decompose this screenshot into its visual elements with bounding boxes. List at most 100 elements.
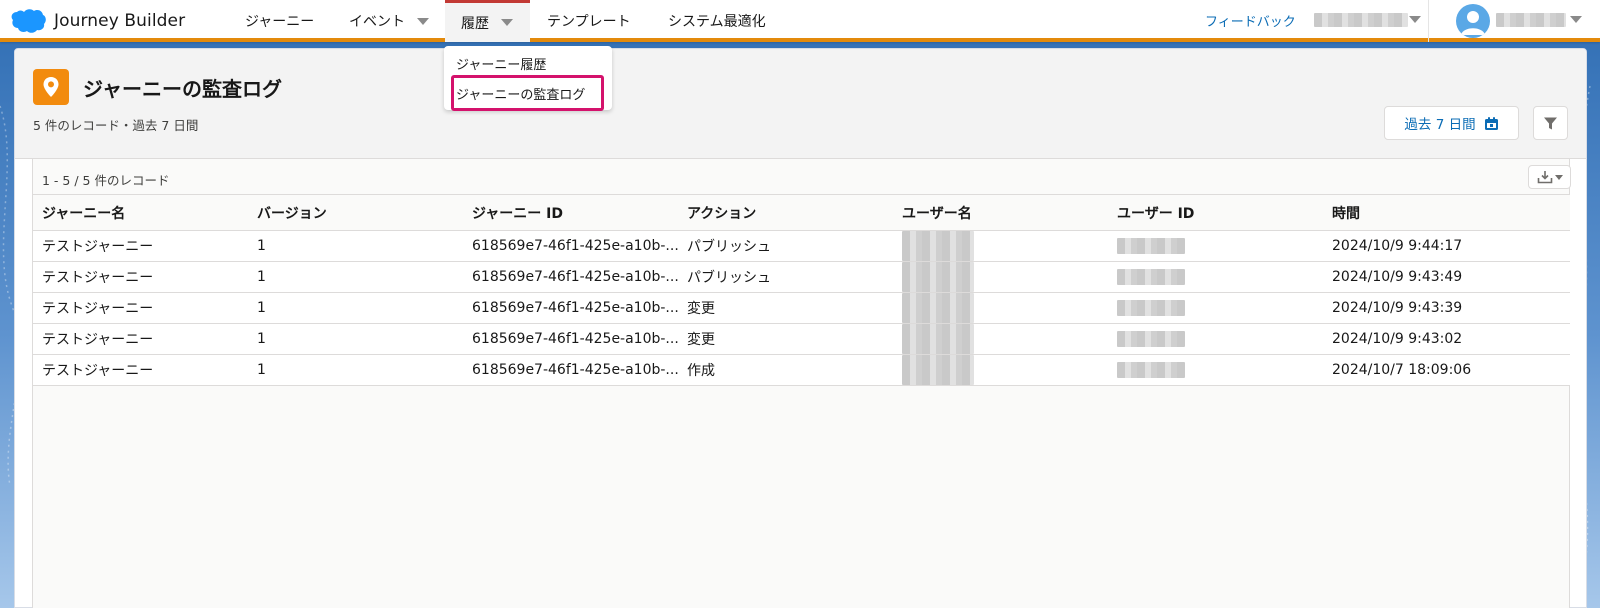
cell-user-id — [1108, 230, 1323, 262]
cell-journey-id: 618569e7-46f1-425e-a10b-... — [463, 323, 678, 355]
cell-user-name — [893, 354, 1108, 386]
cell-action: パブリッシュ — [678, 261, 893, 293]
redacted-user-id — [1117, 300, 1185, 316]
menu-item-journey-history[interactable]: ジャーニー履歴 — [456, 54, 546, 73]
cell-version: 1 — [248, 261, 463, 293]
cell-user-id — [1108, 292, 1323, 324]
audit-log-card: ジャーニーの監査ログ 5 件のレコード・過去 7 日間 過去 7 日間 1 - … — [14, 48, 1587, 608]
table-header-row: ジャーニー名 バージョン ジャーニー ID アクション ユーザー名 ユーザー I… — [33, 194, 1570, 231]
redacted-user-name — [902, 324, 974, 354]
redacted-user-name — [902, 355, 974, 385]
page-subtitle: 5 件のレコード・過去 7 日間 — [33, 118, 199, 133]
table-row[interactable]: テストジャーニー 1 618569e7-46f1-425e-a10b-... パ… — [33, 230, 1570, 262]
download-button[interactable] — [1528, 165, 1571, 189]
column-header-version[interactable]: バージョン — [248, 194, 463, 231]
page-header: ジャーニーの監査ログ 5 件のレコード・過去 7 日間 過去 7 日間 — [15, 49, 1586, 159]
calendar-icon — [1484, 116, 1498, 130]
cell-version: 1 — [248, 323, 463, 355]
page-title: ジャーニーの監査ログ — [83, 77, 282, 101]
cell-user-name — [893, 261, 1108, 293]
redacted-user-id — [1117, 269, 1185, 285]
record-count: 1 - 5 / 5 件のレコード — [42, 173, 170, 188]
nav-item-templates[interactable]: テンプレート — [547, 0, 631, 42]
cell-time: 2024/10/9 9:43:39 — [1323, 292, 1570, 324]
nav-item-label: イベント — [349, 14, 405, 30]
chevron-down-icon — [501, 19, 513, 26]
table-row[interactable]: テストジャーニー 1 618569e7-46f1-425e-a10b-... 変… — [33, 323, 1570, 355]
column-header-journey-id[interactable]: ジャーニー ID — [463, 194, 678, 231]
cell-time: 2024/10/9 9:43:49 — [1323, 261, 1570, 293]
column-header-journey-name[interactable]: ジャーニー名 — [33, 194, 248, 231]
audit-log-table-container: 1 - 5 / 5 件のレコード ジャーニー名 バージョン ジャーニー ID ア… — [32, 159, 1571, 608]
table-row[interactable]: テストジャーニー 1 618569e7-46f1-425e-a10b-... 変… — [33, 292, 1570, 324]
user-icon — [1461, 11, 1485, 35]
nav-item-system-optimization[interactable]: システム最適化 — [668, 0, 766, 42]
redacted-user-id — [1117, 238, 1185, 254]
nav-item-label: システム最適化 — [668, 14, 766, 30]
redacted-user-id — [1117, 331, 1185, 347]
app-name: Journey Builder — [54, 11, 186, 31]
column-header-user-name[interactable]: ユーザー名 — [893, 194, 1108, 231]
app-brand[interactable]: Journey Builder — [10, 7, 185, 35]
column-header-time[interactable]: 時間 — [1323, 194, 1570, 231]
filter-icon — [1544, 117, 1557, 129]
top-navigation-bar: Journey Builder ジャーニー イベント 履歴 テンプレート システ… — [0, 0, 1600, 42]
audit-log-table: ジャーニー名 バージョン ジャーニー ID アクション ユーザー名 ユーザー I… — [33, 194, 1570, 386]
user-name-menu[interactable] — [1496, 13, 1566, 27]
feedback-link[interactable]: フィードバック — [1205, 11, 1296, 30]
cell-journey-id: 618569e7-46f1-425e-a10b-... — [463, 230, 678, 262]
nav-item-label: テンプレート — [547, 14, 631, 30]
chevron-down-icon[interactable] — [1409, 16, 1421, 23]
nav-item-journey[interactable]: ジャーニー — [245, 0, 314, 42]
cell-journey-id: 618569e7-46f1-425e-a10b-... — [463, 261, 678, 293]
chevron-down-icon — [1554, 174, 1563, 180]
nav-item-events[interactable]: イベント — [349, 0, 429, 42]
cell-time: 2024/10/9 9:44:17 — [1323, 230, 1570, 262]
redacted-user-id — [1117, 362, 1185, 378]
cell-version: 1 — [248, 292, 463, 324]
redacted-user-name — [902, 262, 974, 292]
cell-user-name — [893, 323, 1108, 355]
cell-journey-id: 618569e7-46f1-425e-a10b-... — [463, 292, 678, 324]
cell-journey-name: テストジャーニー — [33, 261, 248, 293]
column-header-action[interactable]: アクション — [678, 194, 893, 231]
org-switcher[interactable] — [1314, 13, 1408, 27]
cell-journey-name: テストジャーニー — [33, 354, 248, 386]
date-range-button[interactable]: 過去 7 日間 — [1384, 106, 1519, 140]
nav-item-label: 履歴 — [461, 15, 489, 32]
cell-journey-id: 618569e7-46f1-425e-a10b-... — [463, 354, 678, 386]
history-dropdown-menu: ジャーニー履歴 ジャーニーの監査ログ — [444, 46, 612, 110]
map-pin-icon — [33, 69, 69, 105]
cell-journey-name: テストジャーニー — [33, 230, 248, 262]
nav-item-label: ジャーニー — [245, 14, 315, 30]
cell-time: 2024/10/9 9:43:02 — [1323, 323, 1570, 355]
salesforce-cloud-icon — [11, 9, 46, 33]
redacted-user-name — [902, 231, 974, 261]
table-row[interactable]: テストジャーニー 1 618569e7-46f1-425e-a10b-... 作… — [33, 354, 1570, 386]
date-range-label: 過去 7 日間 — [1404, 117, 1476, 133]
cell-journey-name: テストジャーニー — [33, 323, 248, 355]
cell-action: パブリッシュ — [678, 230, 893, 262]
nav-divider — [1428, 0, 1429, 42]
cell-user-name — [893, 230, 1108, 262]
cell-action: 変更 — [678, 292, 893, 324]
menu-item-journey-audit-log[interactable]: ジャーニーの監査ログ — [456, 84, 585, 103]
chevron-down-icon[interactable] — [1570, 16, 1582, 23]
cell-user-id — [1108, 354, 1323, 386]
cell-version: 1 — [248, 354, 463, 386]
cell-user-name — [893, 292, 1108, 324]
chevron-down-icon — [417, 17, 429, 25]
avatar[interactable] — [1456, 4, 1490, 38]
nav-item-history[interactable]: 履歴 — [445, 0, 530, 42]
column-header-user-id[interactable]: ユーザー ID — [1108, 194, 1323, 231]
table-row[interactable]: テストジャーニー 1 618569e7-46f1-425e-a10b-... パ… — [33, 261, 1570, 293]
cell-time: 2024/10/7 18:09:06 — [1323, 354, 1570, 386]
cell-user-id — [1108, 323, 1323, 355]
cell-action: 変更 — [678, 323, 893, 355]
filter-button[interactable] — [1533, 106, 1568, 140]
cell-version: 1 — [248, 230, 463, 262]
cell-action: 作成 — [678, 354, 893, 386]
cell-user-id — [1108, 261, 1323, 293]
redacted-user-name — [902, 293, 974, 323]
cell-journey-name: テストジャーニー — [33, 292, 248, 324]
